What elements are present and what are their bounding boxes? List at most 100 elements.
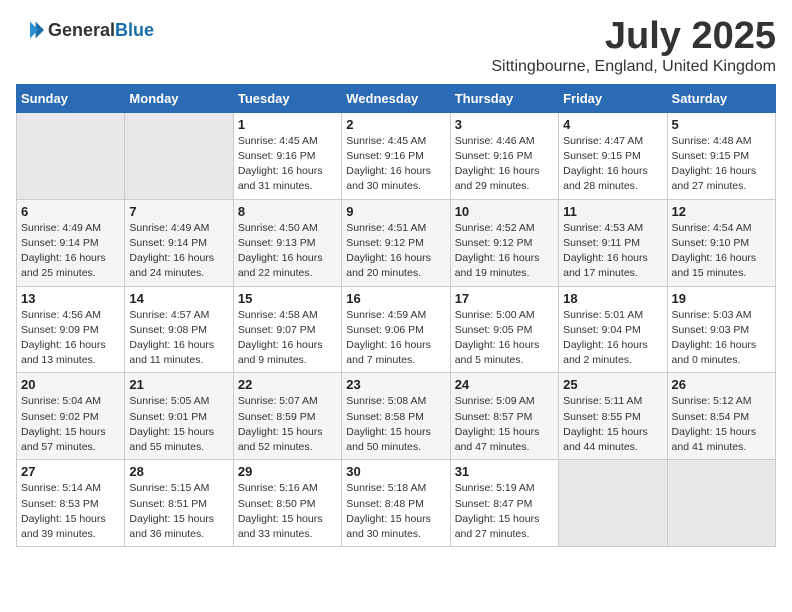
day-number: 21 [129, 377, 228, 392]
day-number: 4 [563, 117, 662, 132]
day-cell: 17 Sunrise: 5:00 AM Sunset: 9:05 PM Dayli… [450, 286, 558, 373]
day-cell: 22 Sunrise: 5:07 AM Sunset: 8:59 PM Dayli… [233, 373, 341, 460]
day-cell: 24Sunrise: 5:09 AM Sunset: 8:57 PM Dayli… [450, 373, 558, 460]
day-cell [559, 460, 667, 547]
day-cell: 27 Sunrise: 5:14 AM Sunset: 8:53 PM Dayli… [17, 460, 125, 547]
day-detail: Sunrise: 4:46 AM Sunset: 9:16 PM Dayligh… [455, 134, 554, 195]
day-cell: 20 Sunrise: 5:04 AM Sunset: 9:02 PM Dayli… [17, 373, 125, 460]
day-number: 18 [563, 291, 662, 306]
day-detail: Sunrise: 5:11 AM Sunset: 8:55 PM Dayligh… [563, 394, 662, 455]
day-detail: Sunrise: 5:07 AM Sunset: 8:59 PM Dayligh… [238, 394, 337, 455]
day-cell: 3 Sunrise: 4:46 AM Sunset: 9:16 PM Daylig… [450, 112, 558, 199]
day-number: 29 [238, 464, 337, 479]
day-cell: 28 Sunrise: 5:15 AM Sunset: 8:51 PM Dayli… [125, 460, 233, 547]
day-number: 9 [346, 204, 445, 219]
day-detail: Sunrise: 5:00 AM Sunset: 9:05 PM Dayligh… [455, 308, 554, 369]
day-number: 5 [672, 117, 771, 132]
day-detail: Sunrise: 4:51 AM Sunset: 9:12 PM Dayligh… [346, 221, 445, 282]
day-number: 15 [238, 291, 337, 306]
week-row-1: 1 Sunrise: 4:45 AM Sunset: 9:16 PM Daylig… [17, 112, 776, 199]
day-cell: 13 Sunrise: 4:56 AM Sunset: 9:09 PM Dayli… [17, 286, 125, 373]
day-detail: Sunrise: 5:15 AM Sunset: 8:51 PM Dayligh… [129, 481, 228, 542]
day-detail: Sunrise: 5:03 AM Sunset: 9:03 PM Dayligh… [672, 308, 771, 369]
day-number: 19 [672, 291, 771, 306]
header-cell-friday: Friday [559, 84, 667, 112]
day-number: 25 [563, 377, 662, 392]
day-cell: 23 Sunrise: 5:08 AM Sunset: 8:58 PM Dayli… [342, 373, 450, 460]
day-detail: Sunrise: 4:54 AM Sunset: 9:10 PM Dayligh… [672, 221, 771, 282]
day-number: 24 [455, 377, 554, 392]
week-row-2: 6 Sunrise: 4:49 AM Sunset: 9:14 PM Daylig… [17, 199, 776, 286]
day-detail: Sunrise: 5:04 AM Sunset: 9:02 PM Dayligh… [21, 394, 120, 455]
day-cell [667, 460, 775, 547]
day-number: 31 [455, 464, 554, 479]
day-detail: Sunrise: 5:19 AM Sunset: 8:47 PM Dayligh… [455, 481, 554, 542]
day-detail: Sunrise: 4:45 AM Sunset: 9:16 PM Dayligh… [238, 134, 337, 195]
day-detail: Sunrise: 4:45 AM Sunset: 9:16 PM Dayligh… [346, 134, 445, 195]
calendar-subtitle: Sittingbourne, England, United Kingdom [491, 58, 776, 76]
week-row-5: 27 Sunrise: 5:14 AM Sunset: 8:53 PM Dayli… [17, 460, 776, 547]
day-detail: Sunrise: 4:48 AM Sunset: 9:15 PM Dayligh… [672, 134, 771, 195]
day-cell: 12Sunrise: 4:54 AM Sunset: 9:10 PM Dayli… [667, 199, 775, 286]
day-cell [125, 112, 233, 199]
day-cell: 10Sunrise: 4:52 AM Sunset: 9:12 PM Dayli… [450, 199, 558, 286]
logo-icon [16, 16, 44, 44]
day-detail: Sunrise: 4:49 AM Sunset: 9:14 PM Dayligh… [21, 221, 120, 282]
title-area: July 2025 Sittingbourne, England, United… [491, 16, 776, 76]
day-detail: Sunrise: 4:52 AM Sunset: 9:12 PM Dayligh… [455, 221, 554, 282]
day-cell [17, 112, 125, 199]
day-cell: 18 Sunrise: 5:01 AM Sunset: 9:04 PM Dayli… [559, 286, 667, 373]
day-cell: 6 Sunrise: 4:49 AM Sunset: 9:14 PM Daylig… [17, 199, 125, 286]
day-detail: Sunrise: 4:59 AM Sunset: 9:06 PM Dayligh… [346, 308, 445, 369]
day-detail: Sunrise: 4:47 AM Sunset: 9:15 PM Dayligh… [563, 134, 662, 195]
day-detail: Sunrise: 4:50 AM Sunset: 9:13 PM Dayligh… [238, 221, 337, 282]
day-detail: Sunrise: 5:14 AM Sunset: 8:53 PM Dayligh… [21, 481, 120, 542]
day-number: 6 [21, 204, 120, 219]
day-detail: Sunrise: 4:57 AM Sunset: 9:08 PM Dayligh… [129, 308, 228, 369]
day-detail: Sunrise: 4:53 AM Sunset: 9:11 PM Dayligh… [563, 221, 662, 282]
day-number: 23 [346, 377, 445, 392]
day-number: 1 [238, 117, 337, 132]
day-cell: 9 Sunrise: 4:51 AM Sunset: 9:12 PM Daylig… [342, 199, 450, 286]
day-number: 3 [455, 117, 554, 132]
week-row-3: 13 Sunrise: 4:56 AM Sunset: 9:09 PM Dayli… [17, 286, 776, 373]
day-cell: 31 Sunrise: 5:19 AM Sunset: 8:47 PM Dayli… [450, 460, 558, 547]
day-cell: 11 Sunrise: 4:53 AM Sunset: 9:11 PM Dayli… [559, 199, 667, 286]
day-detail: Sunrise: 5:08 AM Sunset: 8:58 PM Dayligh… [346, 394, 445, 455]
day-cell: 16 Sunrise: 4:59 AM Sunset: 9:06 PM Dayli… [342, 286, 450, 373]
day-cell: 29 Sunrise: 5:16 AM Sunset: 8:50 PM Dayli… [233, 460, 341, 547]
day-number: 22 [238, 377, 337, 392]
day-detail: Sunrise: 4:56 AM Sunset: 9:09 PM Dayligh… [21, 308, 120, 369]
day-detail: Sunrise: 5:16 AM Sunset: 8:50 PM Dayligh… [238, 481, 337, 542]
day-cell: 8 Sunrise: 4:50 AM Sunset: 9:13 PM Daylig… [233, 199, 341, 286]
day-cell: 30 Sunrise: 5:18 AM Sunset: 8:48 PM Dayli… [342, 460, 450, 547]
day-detail: Sunrise: 5:12 AM Sunset: 8:54 PM Dayligh… [672, 394, 771, 455]
day-number: 7 [129, 204, 228, 219]
day-cell: 25 Sunrise: 5:11 AM Sunset: 8:55 PM Dayli… [559, 373, 667, 460]
day-cell: 7 Sunrise: 4:49 AM Sunset: 9:14 PM Daylig… [125, 199, 233, 286]
week-row-4: 20 Sunrise: 5:04 AM Sunset: 9:02 PM Dayli… [17, 373, 776, 460]
day-detail: Sunrise: 4:49 AM Sunset: 9:14 PM Dayligh… [129, 221, 228, 282]
day-detail: Sunrise: 5:18 AM Sunset: 8:48 PM Dayligh… [346, 481, 445, 542]
day-cell: 5 Sunrise: 4:48 AM Sunset: 9:15 PM Daylig… [667, 112, 775, 199]
day-number: 27 [21, 464, 120, 479]
day-number: 28 [129, 464, 228, 479]
day-number: 11 [563, 204, 662, 219]
day-cell: 1 Sunrise: 4:45 AM Sunset: 9:16 PM Daylig… [233, 112, 341, 199]
header-cell-monday: Monday [125, 84, 233, 112]
day-cell: 21 Sunrise: 5:05 AM Sunset: 9:01 PM Dayli… [125, 373, 233, 460]
day-number: 30 [346, 464, 445, 479]
day-detail: Sunrise: 5:01 AM Sunset: 9:04 PM Dayligh… [563, 308, 662, 369]
day-number: 16 [346, 291, 445, 306]
day-number: 17 [455, 291, 554, 306]
logo: GeneralBlue [16, 16, 154, 44]
calendar-title: July 2025 [491, 16, 776, 58]
header-cell-wednesday: Wednesday [342, 84, 450, 112]
header-cell-tuesday: Tuesday [233, 84, 341, 112]
day-detail: Sunrise: 5:05 AM Sunset: 9:01 PM Dayligh… [129, 394, 228, 455]
day-number: 8 [238, 204, 337, 219]
day-cell: 15Sunrise: 4:58 AM Sunset: 9:07 PM Dayli… [233, 286, 341, 373]
day-number: 20 [21, 377, 120, 392]
page-header: GeneralBlue July 2025 Sittingbourne, Eng… [16, 16, 776, 76]
day-number: 13 [21, 291, 120, 306]
